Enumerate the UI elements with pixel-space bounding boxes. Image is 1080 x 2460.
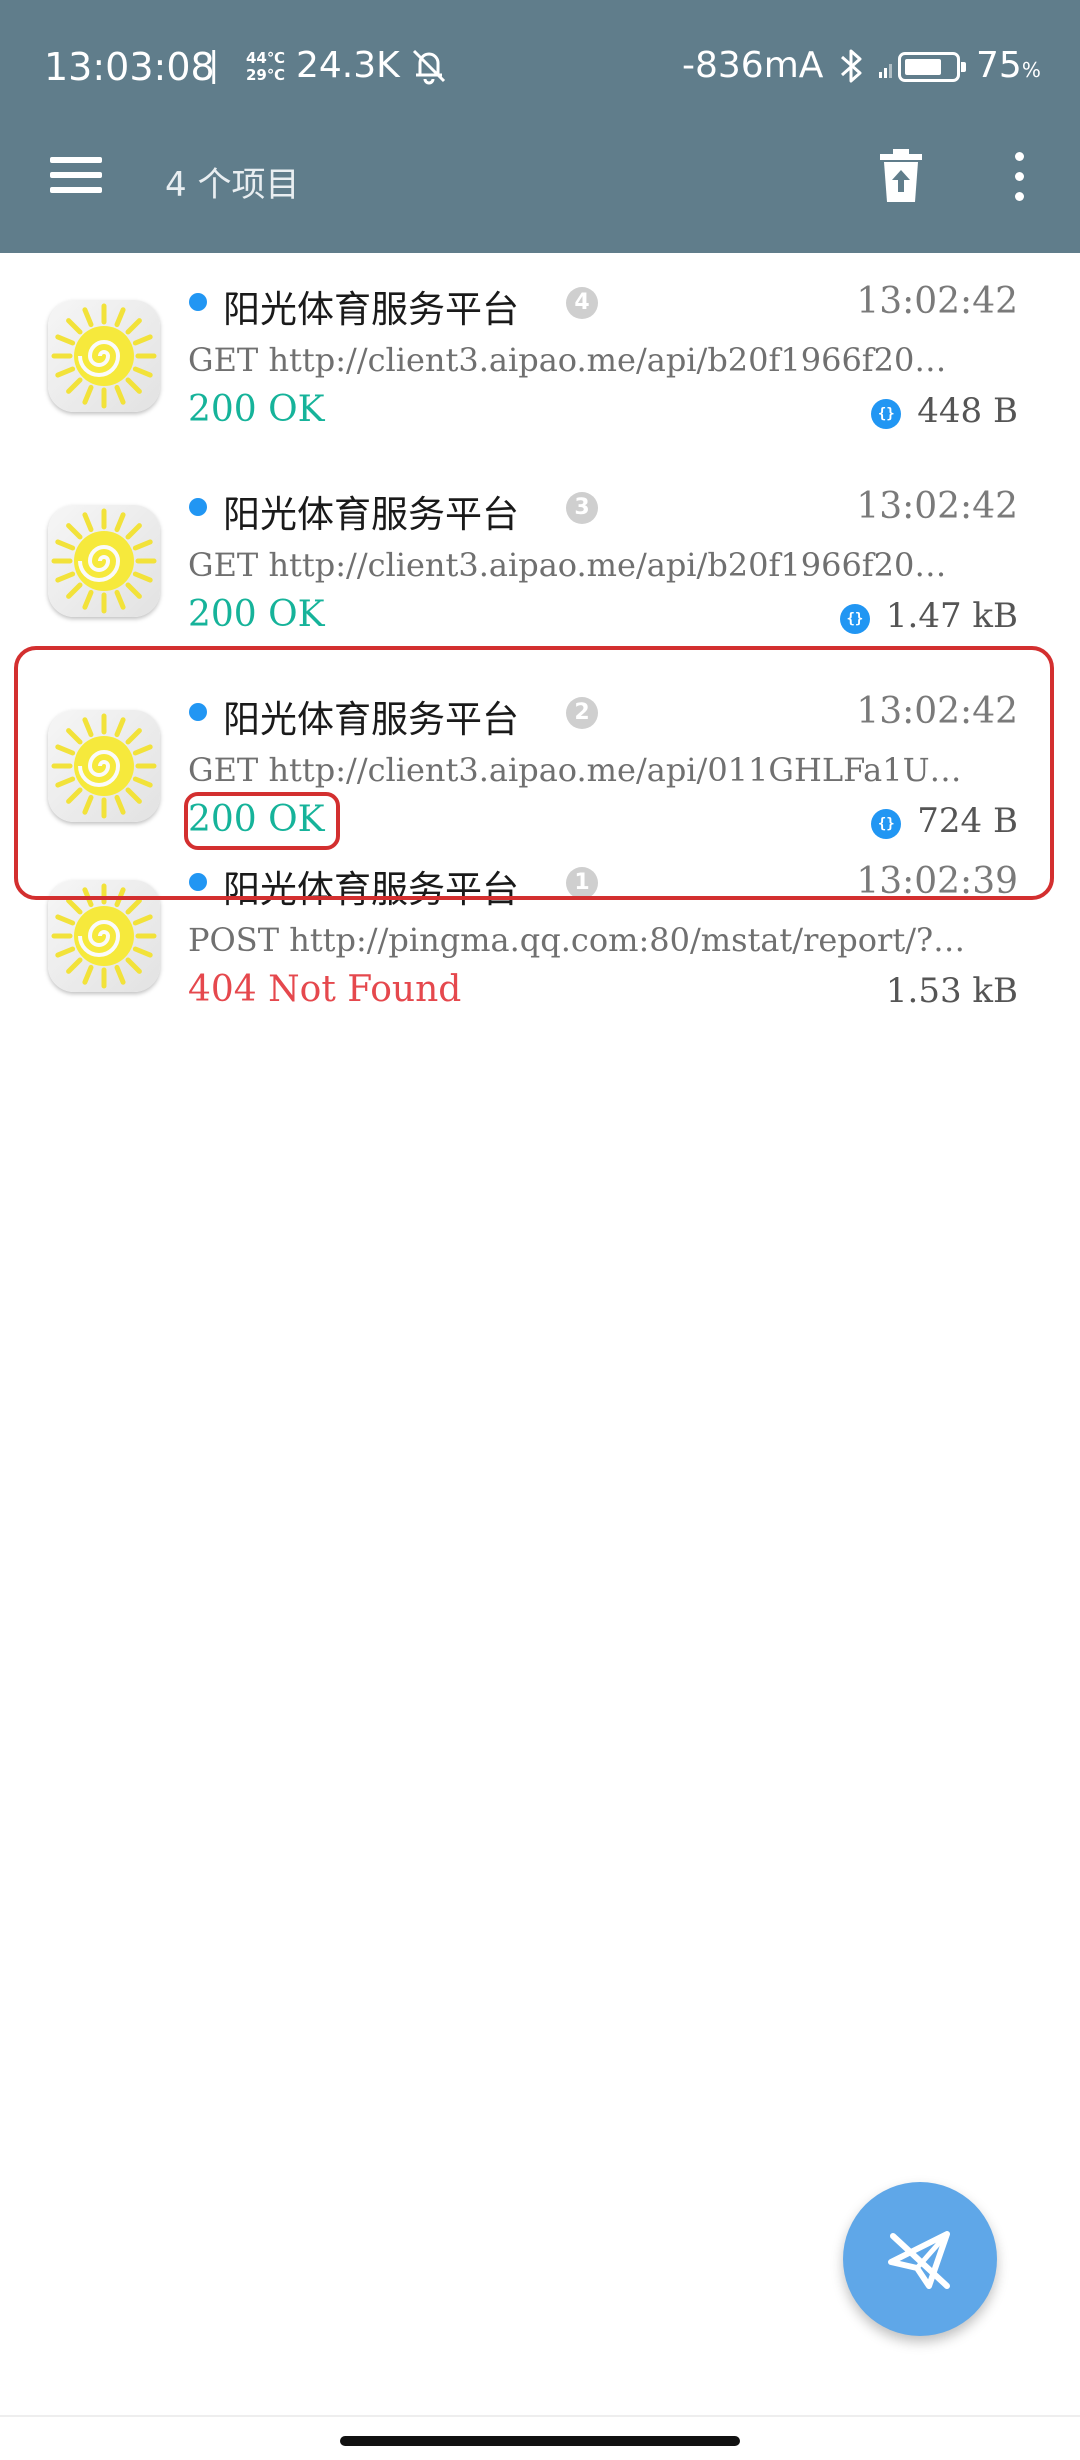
unread-dot-icon — [189, 498, 207, 516]
fab-button[interactable] — [843, 2182, 997, 2336]
response-status: 200 OK — [188, 594, 325, 635]
json-icon: {} — [871, 399, 902, 429]
request-url: GET http://client3.aipao.me/api/b20f1966… — [188, 341, 947, 379]
sun-app-icon — [48, 505, 160, 617]
battery-percentage-value: 75 — [976, 45, 1022, 86]
sequence-badge: 3 — [566, 492, 598, 524]
hamburger-menu-icon[interactable] — [50, 155, 102, 195]
request-row[interactable]: 阳光体育服务平台 3 13:02:42 GET http://client3.aipa… — [0, 458, 1080, 663]
more-vert-icon[interactable] — [1004, 150, 1034, 204]
response-size: 448 B — [917, 391, 1018, 431]
bell-off-icon — [408, 45, 450, 91]
battery-current: -836mA — [682, 45, 824, 86]
paper-plane-off-icon — [888, 2231, 950, 2289]
temperature-top: 44℃ — [246, 49, 286, 67]
status-temperature: 44℃ 29℃ — [246, 50, 285, 84]
response-status: 200 OK — [188, 389, 325, 430]
response-status: 404 Not Found — [188, 969, 462, 1010]
app-name: 阳光体育服务平台 — [223, 493, 519, 536]
home-indicator[interactable] — [340, 2436, 740, 2446]
bluetooth-icon — [836, 45, 866, 91]
top-bar: 13:03:08 | 44℃ 29℃ 24.3K -836mA 75% 4 个项… — [0, 0, 1080, 253]
status-separator: | — [208, 45, 220, 85]
request-url: GET http://client3.aipao.me/api/b20f1966… — [188, 546, 947, 584]
battery-percentage-suffix: % — [1021, 58, 1041, 82]
status-bar: 13:03:08 | 44℃ 29℃ 24.3K -836mA 75% — [0, 0, 1080, 140]
request-time: 13:02:42 — [856, 486, 1018, 527]
battery-icon — [898, 52, 966, 82]
request-time: 13:02:42 — [856, 281, 1018, 322]
nav-divider — [0, 2415, 1080, 2417]
app-name: 阳光体育服务平台 — [223, 288, 519, 331]
request-row[interactable]: 阳光体育服务平台 4 13:02:42 GET http://client3.aipa… — [0, 253, 1080, 458]
sequence-badge: 4 — [566, 287, 598, 319]
battery-percentage: 75% — [976, 45, 1041, 86]
highlight-box-row — [14, 646, 1054, 900]
app-bar-title: 4 个项目 — [165, 165, 300, 205]
battery-fill — [905, 59, 941, 75]
response-size: 1.47 kB — [885, 596, 1018, 636]
response-size: 1.53 kB — [885, 971, 1018, 1011]
request-url: POST http://pingma.qq.com:80/mstat/repor… — [188, 921, 966, 959]
json-icon: {} — [839, 604, 870, 634]
trash-icon[interactable] — [876, 148, 926, 204]
signal-icon — [878, 58, 894, 84]
highlight-box-status — [184, 792, 340, 850]
network-speed: 24.3K — [296, 45, 400, 86]
status-time: 13:03:08 — [44, 45, 215, 89]
unread-dot-icon — [189, 293, 207, 311]
temperature-bottom: 29℃ — [246, 66, 286, 84]
sun-app-icon — [48, 300, 160, 412]
